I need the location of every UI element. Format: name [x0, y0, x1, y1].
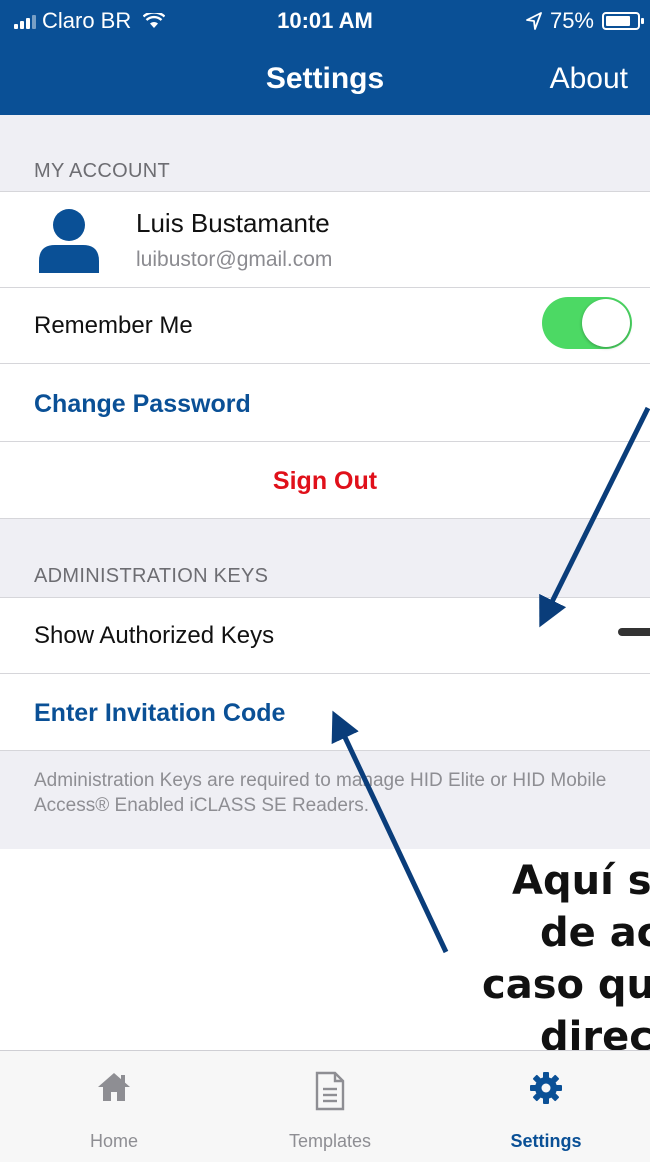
tab-bar: Home Templates Settings: [0, 1050, 650, 1162]
gear-icon: [530, 1072, 562, 1104]
arrow-to-show-keys: [539, 406, 650, 628]
tab-templates-label: Templates: [288, 1131, 372, 1151]
tab-home-label: Home: [89, 1131, 138, 1151]
arrow-to-invitation-code: [331, 710, 449, 954]
tab-home[interactable]: Home: [34, 1051, 194, 1162]
document-icon: [315, 1071, 345, 1111]
settings-screen: Claro BR 10:01 AM 75% Settings About MY …: [0, 0, 650, 1162]
annotation-arrows: [331, 406, 650, 954]
tab-templates[interactable]: Templates: [250, 1051, 410, 1162]
tab-settings[interactable]: Settings: [466, 1051, 626, 1162]
tab-settings-label: Settings: [510, 1131, 582, 1151]
home-icon: [98, 1073, 130, 1101]
